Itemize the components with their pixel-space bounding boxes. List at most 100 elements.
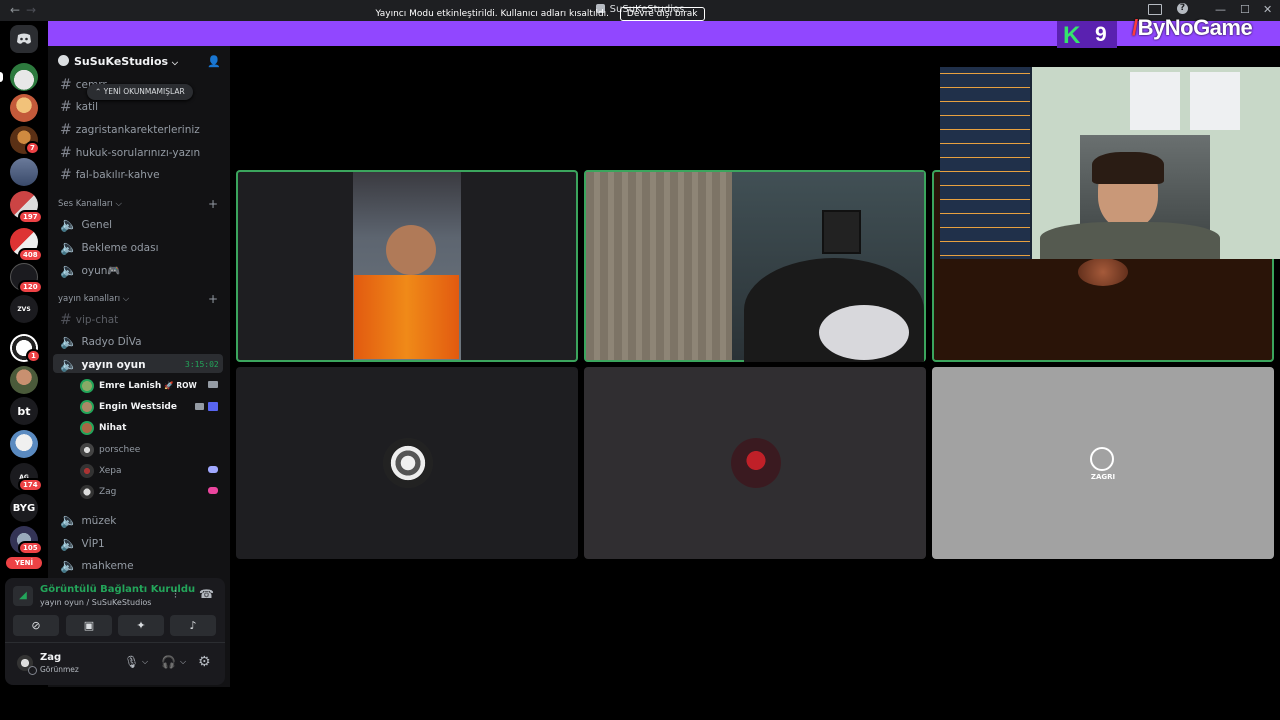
- channel-vip-chat[interactable]: # vip-chat: [60, 312, 118, 328]
- chevron-down-icon[interactable]: ⌵: [180, 657, 186, 667]
- category-voice[interactable]: Ses Kanalları ⌵: [58, 199, 122, 209]
- notification-badge: 197: [18, 210, 43, 224]
- voice-channel-muzek[interactable]: 🔈 müzek: [60, 513, 116, 529]
- video-tile-engin[interactable]: [584, 170, 926, 362]
- voice-location[interactable]: yayın oyun / SuSuKeStudios: [40, 598, 151, 607]
- zagri-logo-icon: [1090, 447, 1114, 471]
- speaker-icon: 🔈: [60, 357, 78, 373]
- category-label: Ses Kanalları: [58, 199, 113, 209]
- category-stream[interactable]: yayın kanalları ⌵: [58, 294, 129, 304]
- avatar: [80, 464, 94, 478]
- disconnect-icon[interactable]: ☎: [199, 587, 214, 601]
- notification-badge: 120: [18, 280, 43, 294]
- current-user-name[interactable]: Zag: [40, 652, 61, 663]
- server-icon-zvs[interactable]: ZVS: [10, 295, 38, 323]
- notification-badge: 408: [18, 248, 43, 262]
- camera-off-button[interactable]: ⊘: [13, 615, 59, 636]
- speaker-icon: 🔈: [60, 513, 78, 529]
- user-name: Zag: [99, 487, 117, 497]
- voice-channel-genel[interactable]: 🔈 Genel: [60, 217, 112, 233]
- channel-zagristan[interactable]: # zagristankarekterleriniz: [60, 122, 200, 138]
- user-name: porschee: [99, 445, 141, 455]
- new-unreads-badge[interactable]: YENİ: [6, 557, 42, 569]
- chevron-down-icon: ⌵: [171, 58, 178, 67]
- avatar: [80, 400, 94, 414]
- microphone-icon[interactable]: 🎙: [124, 655, 139, 669]
- video-tile-xepa[interactable]: [584, 367, 926, 559]
- channel-katil[interactable]: # katil: [60, 99, 98, 115]
- server-name: SuSuKeStudios: [74, 55, 169, 68]
- notification-badge: 7: [25, 141, 40, 155]
- poster: [1190, 72, 1240, 130]
- video-tile-zag[interactable]: ZAGRI: [932, 367, 1274, 559]
- invite-people-icon[interactable]: 👤: [207, 55, 221, 68]
- voice-channel-oyun[interactable]: 🔈 oyun🎮: [60, 263, 120, 279]
- poster: [1130, 72, 1180, 130]
- zagri-label: ZAGRI: [1090, 473, 1116, 481]
- channel-label: yayın oyun: [81, 359, 146, 371]
- signal-icon[interactable]: ◢: [13, 586, 33, 606]
- server-icon-4[interactable]: [10, 158, 38, 186]
- disable-streamer-mode-button[interactable]: Devre dışı bırak: [619, 7, 705, 21]
- notification-badge: 1: [26, 349, 41, 363]
- help-icon[interactable]: ?: [1177, 3, 1188, 14]
- server-icon-susuke[interactable]: [10, 63, 38, 91]
- streamer-sweater: [1040, 222, 1220, 259]
- server-icon-byg[interactable]: BYG: [10, 494, 38, 522]
- gamepad-icon: [208, 466, 218, 473]
- hash-icon: #: [60, 122, 72, 138]
- curtain: [586, 172, 732, 360]
- channel-label: VİP1: [81, 538, 105, 550]
- user-avatar: [731, 438, 781, 488]
- voice-status[interactable]: Görüntülü Bağlantı Kuruldu: [40, 584, 195, 595]
- add-channel-icon[interactable]: +: [208, 292, 218, 306]
- gear-icon[interactable]: ⚙: [198, 654, 211, 670]
- server-header[interactable]: SuSuKeStudios ⌵: [58, 55, 178, 68]
- chevron-down-icon[interactable]: ⌵: [142, 657, 148, 667]
- user-tag: 🚀 ROW: [164, 381, 197, 390]
- unread-pill-label: YENİ OKUNMAMIŞLAR: [103, 87, 185, 96]
- soundboard-button[interactable]: ♪: [170, 615, 216, 636]
- user-name: Xepa: [99, 466, 122, 476]
- screen-share-icon: [208, 402, 218, 411]
- voice-channel-mahkeme[interactable]: 🔈 mahkeme: [60, 558, 134, 574]
- server-icon-6[interactable]: [10, 366, 38, 394]
- invisible-status-icon: [28, 666, 37, 675]
- kick-number: 9: [1095, 23, 1107, 46]
- channel-label: oyun🎮: [81, 265, 121, 277]
- video-tile-emre[interactable]: [236, 170, 578, 362]
- channel-fal[interactable]: # fal-bakılır-kahve: [60, 167, 160, 183]
- user-name: Engin Westside: [99, 402, 177, 412]
- voice-channel-yayin-oyun[interactable]: 🔈 yayın oyun: [60, 357, 146, 373]
- discord-home-icon[interactable]: [10, 25, 38, 53]
- voice-channel-bekleme[interactable]: 🔈 Bekleme odası: [60, 240, 159, 256]
- inbox-icon[interactable]: [1148, 4, 1162, 15]
- activities-button[interactable]: ✦: [118, 615, 164, 636]
- user-name: Emre Lanish: [99, 381, 162, 391]
- close-button[interactable]: ✕: [1263, 3, 1272, 16]
- headphones-icon[interactable]: 🎧: [161, 655, 176, 669]
- server-icon-7[interactable]: [10, 430, 38, 458]
- speaker-icon: 🔈: [60, 217, 78, 233]
- unread-jump-pill[interactable]: ⌃ YENİ OKUNMAMIŞLAR: [87, 84, 193, 100]
- hash-icon: #: [60, 145, 72, 161]
- notification-badge: 174: [18, 478, 43, 492]
- add-channel-icon[interactable]: +: [208, 197, 218, 211]
- hash-icon: #: [60, 77, 72, 93]
- server-icon-2[interactable]: [10, 94, 38, 122]
- user-avatar-image: [1078, 258, 1128, 286]
- video-tile-porschee[interactable]: [236, 367, 578, 559]
- voice-channel-radyo[interactable]: 🔈 Radyo DİVa: [60, 334, 142, 350]
- voice-channel-vip1[interactable]: 🔈 VİP1: [60, 536, 105, 552]
- noise-suppression-icon[interactable]: ⫶: [174, 588, 177, 602]
- avatar: [80, 485, 94, 499]
- speaker-icon: 🔈: [60, 536, 78, 552]
- avatar: [80, 443, 94, 457]
- channel-label: fal-bakılır-kahve: [75, 169, 160, 181]
- screen-share-button[interactable]: ▣: [66, 615, 112, 636]
- server-icon-bt[interactable]: bt: [10, 397, 38, 425]
- server-badge-icon: [58, 55, 69, 66]
- bynogame-logo: /ByNoGame: [1132, 15, 1253, 40]
- gamepad-icon: [208, 487, 218, 494]
- channel-hukuk[interactable]: # hukuk-sorularınızı-yazın: [60, 145, 200, 161]
